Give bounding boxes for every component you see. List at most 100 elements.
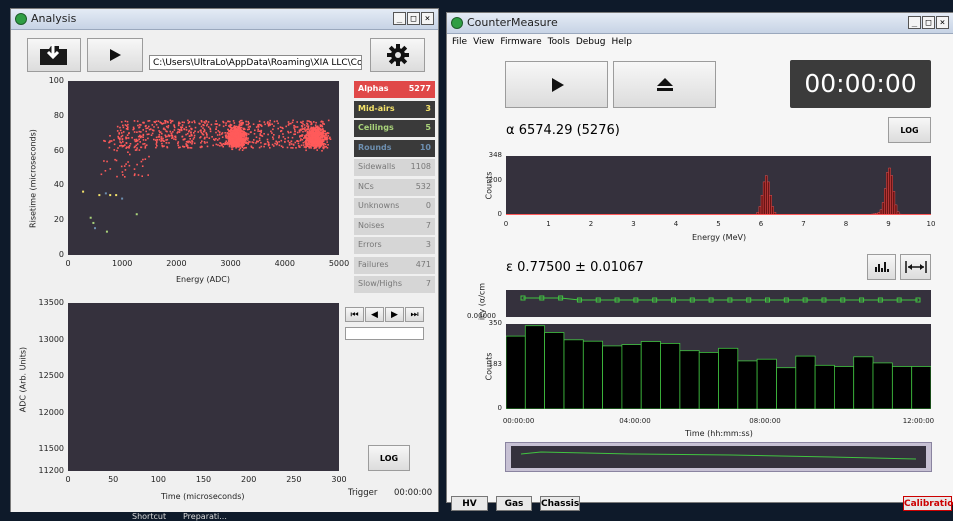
- tab-gas[interactable]: Gas: [496, 496, 532, 511]
- alpha-point: [145, 139, 147, 141]
- counter-rounds[interactable]: Rounds10: [354, 140, 435, 157]
- menu-help[interactable]: Help: [611, 37, 632, 47]
- alpha-point: [250, 131, 252, 133]
- counter-label: Unknowns: [358, 201, 399, 210]
- rate-bar: [525, 326, 544, 409]
- rate-bar: [583, 341, 602, 409]
- last-event-button[interactable]: ⏭: [405, 307, 424, 322]
- alpha-point: [117, 130, 119, 132]
- menu-debug[interactable]: Debug: [576, 37, 606, 47]
- alpha-point: [235, 142, 237, 144]
- file-path-field[interactable]: C:\Users\UltraLo\AppData\Roaming\XIA LLC…: [149, 55, 362, 70]
- counter-errors[interactable]: Errors3: [354, 237, 435, 254]
- alpha-point: [255, 142, 257, 144]
- alpha-point: [121, 121, 123, 123]
- counter-noises[interactable]: Noises7: [354, 218, 435, 235]
- scatter-plot-area[interactable]: [68, 81, 339, 255]
- rate-plot-area[interactable]: [506, 324, 931, 409]
- play-button[interactable]: [87, 38, 143, 72]
- close-button[interactable]: ×: [936, 16, 949, 29]
- spectrum-log-button[interactable]: LOG: [888, 117, 931, 143]
- open-folder-button[interactable]: [27, 38, 81, 72]
- alpha-point: [247, 121, 249, 123]
- counter-alphas[interactable]: Alphas5277: [354, 81, 435, 98]
- counter-label: Rounds: [358, 143, 392, 152]
- alpha-point: [325, 144, 327, 146]
- tab-chassis[interactable]: Chassis: [540, 496, 580, 511]
- x-tick-label: 5000: [329, 259, 349, 268]
- alpha-point: [134, 139, 136, 141]
- alpha-point: [231, 132, 233, 134]
- prev-event-button[interactable]: ◀: [365, 307, 384, 322]
- histogram-button[interactable]: [867, 254, 896, 280]
- alpha-point: [114, 159, 116, 161]
- next-event-button[interactable]: ▶: [385, 307, 404, 322]
- counter-slowhighs[interactable]: Slow/Highs7: [354, 276, 435, 293]
- alpha-point: [291, 140, 293, 142]
- spectrum-plot-area[interactable]: [506, 156, 931, 215]
- minimize-button[interactable]: _: [393, 12, 406, 25]
- first-event-button[interactable]: ⏮: [345, 307, 364, 322]
- counter-midairs[interactable]: Mid-airs3: [354, 101, 435, 118]
- alpha-point: [159, 132, 161, 134]
- maximize-button[interactable]: □: [922, 16, 935, 29]
- alpha-point: [244, 135, 246, 137]
- menu-tools[interactable]: Tools: [548, 37, 570, 47]
- menu-firmware[interactable]: Firmware: [500, 37, 541, 47]
- efficiency-plot-area[interactable]: [506, 290, 931, 317]
- close-button[interactable]: ×: [421, 12, 434, 25]
- alpha-point: [317, 145, 319, 147]
- alpha-point: [287, 140, 289, 142]
- alpha-point: [251, 146, 253, 148]
- event-point: [82, 191, 84, 193]
- trace-plot-area[interactable]: [68, 303, 339, 471]
- alpha-point: [279, 145, 281, 147]
- counter-ncs[interactable]: NCs532: [354, 179, 435, 196]
- alpha-point: [327, 147, 329, 149]
- alpha-point: [295, 142, 297, 144]
- alpha-point: [267, 121, 269, 123]
- overview-strip[interactable]: [505, 442, 932, 472]
- maximize-button[interactable]: □: [407, 12, 420, 25]
- tab-calibration[interactable]: Calibration: [903, 496, 952, 511]
- alpha-point: [145, 126, 147, 128]
- counter-unknowns[interactable]: Unknowns0: [354, 198, 435, 215]
- alpha-point: [186, 141, 188, 143]
- menu-view[interactable]: View: [473, 37, 494, 47]
- counter-failures[interactable]: Failures471: [354, 257, 435, 274]
- alpha-point: [135, 149, 137, 151]
- alpha-point: [162, 138, 164, 140]
- analysis-titlebar[interactable]: Analysis _ □ ×: [11, 9, 438, 30]
- log-toggle-button[interactable]: LOG: [368, 445, 410, 471]
- alpha-point: [217, 144, 219, 146]
- fit-width-button[interactable]: [900, 254, 931, 280]
- event-index-field[interactable]: [345, 327, 424, 340]
- settings-button[interactable]: [370, 38, 425, 72]
- counter-sidewalls[interactable]: Sidewalls1108: [354, 159, 435, 176]
- alpha-point: [241, 127, 243, 129]
- eject-button[interactable]: [613, 61, 716, 108]
- alpha-point: [171, 133, 173, 135]
- tab-hv[interactable]: HV: [451, 496, 488, 511]
- alpha-point: [290, 131, 292, 133]
- alpha-point: [300, 140, 302, 142]
- alpha-point: [264, 143, 266, 145]
- menu-file[interactable]: File: [452, 37, 467, 47]
- counter-ceilings[interactable]: Ceilings5: [354, 120, 435, 137]
- alpha-point: [292, 137, 294, 139]
- alpha-point: [122, 139, 124, 141]
- alpha-point: [219, 132, 221, 134]
- alpha-point: [148, 133, 150, 135]
- alpha-point: [142, 122, 144, 124]
- countermeasure-titlebar[interactable]: CounterMeasure _ □ ×: [447, 13, 953, 34]
- alpha-point: [185, 134, 187, 136]
- start-button[interactable]: [505, 61, 608, 108]
- rate-bar: [622, 345, 641, 409]
- alpha-point: [292, 122, 294, 124]
- alpha-point: [122, 125, 124, 127]
- minimize-button[interactable]: _: [908, 16, 921, 29]
- alpha-point: [257, 130, 259, 132]
- alpha-point: [310, 141, 312, 143]
- alpha-point: [120, 130, 122, 132]
- alpha-point: [162, 140, 164, 142]
